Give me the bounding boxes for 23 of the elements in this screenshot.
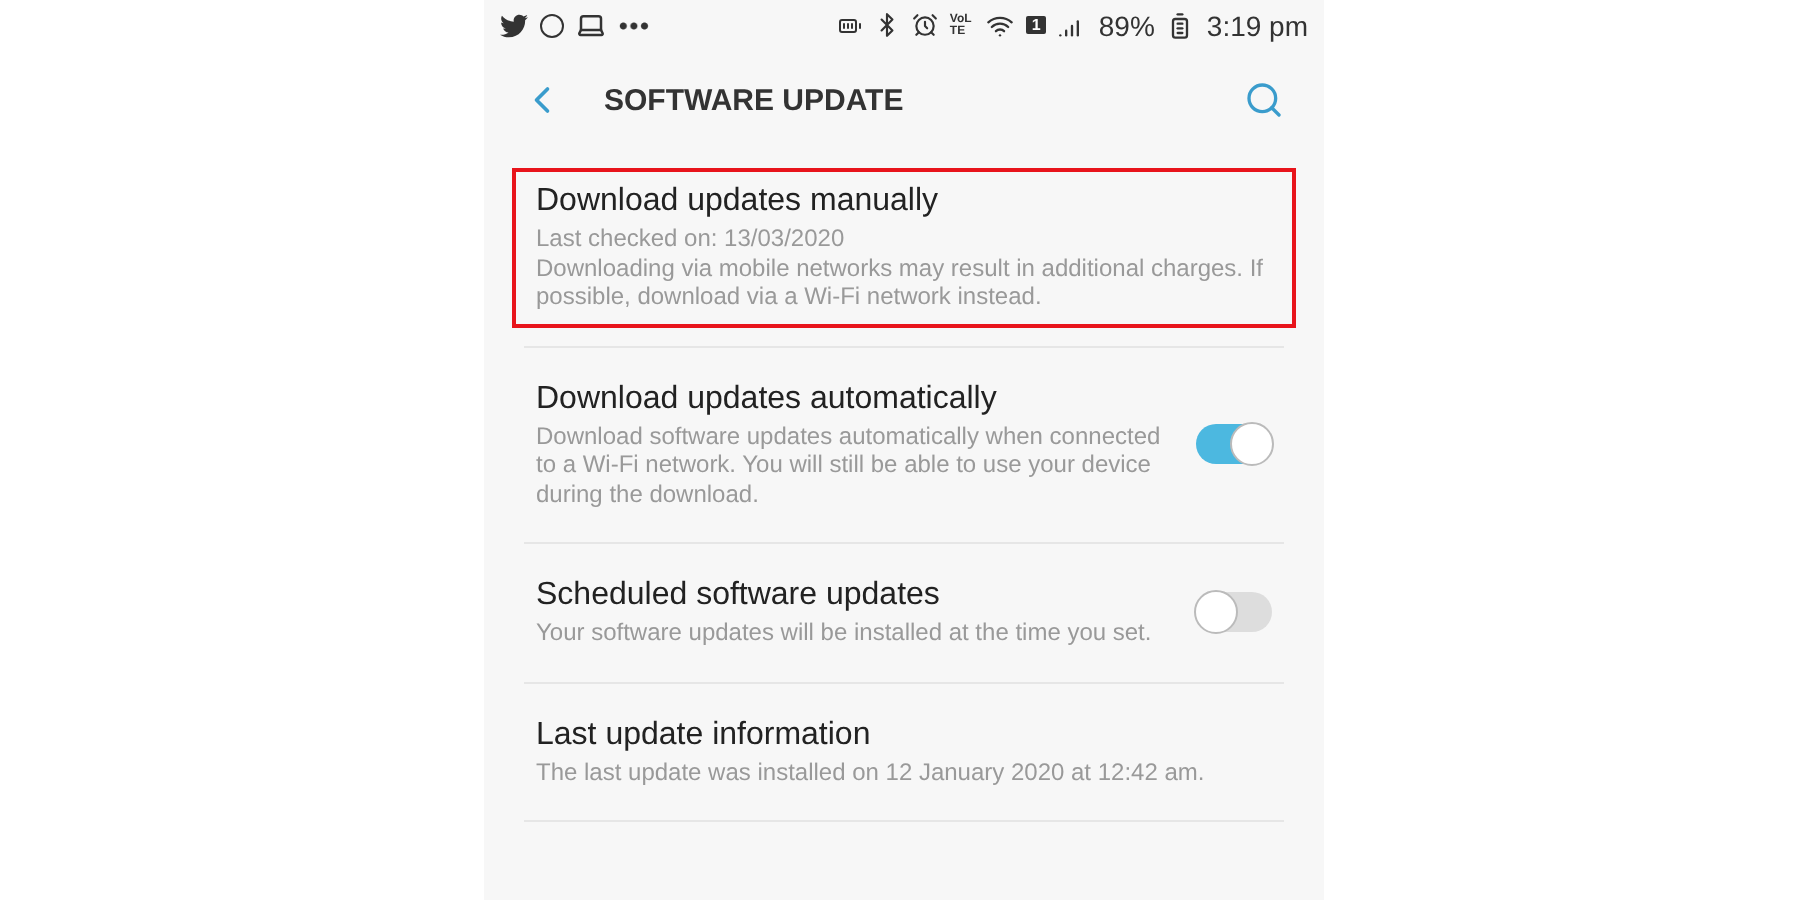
laptop-icon: [576, 10, 606, 40]
toggle-switch[interactable]: [1196, 424, 1272, 465]
setting-description: Downloading via mobile networks may result in additional charges. If possible, download via a Wi-Fi network instead.: [536, 253, 1266, 311]
setting-description: Download software updates automatically when connected to a Wi-Fi network. You will still be able to use your device during the download.: [536, 421, 1163, 508]
setting-description: Last checked on: 13/03/2020: [536, 224, 847, 253]
search-icon[interactable]: [1244, 80, 1284, 120]
setting-description: The last update was installed on 12 January 2020 at 12:42 am.: [536, 757, 1207, 786]
more-icon: [618, 21, 650, 29]
battery-level: 89%: [1098, 9, 1155, 41]
clock: 3:19 pm: [1206, 9, 1308, 41]
alarm-icon: [911, 12, 938, 38]
setting-title[interactable]: Last update information: [536, 717, 1272, 753]
wifi-icon: [985, 11, 1014, 39]
setting-title[interactable]: Scheduled software updates: [536, 578, 1172, 614]
setting-title[interactable]: Download updates manually: [536, 184, 1272, 220]
sim-label: 1: [1025, 16, 1047, 34]
circle-icon: [540, 13, 564, 37]
setting-description: Your software updates will be installed at the time you set.: [536, 618, 1154, 647]
setting-title[interactable]: Download updates automatically: [536, 381, 1172, 417]
screen-title: SOFTWARE UPDATE: [604, 83, 906, 117]
battery-icon: [837, 13, 862, 37]
bird-icon: [500, 11, 528, 39]
toggle-switch[interactable]: [1196, 592, 1272, 633]
